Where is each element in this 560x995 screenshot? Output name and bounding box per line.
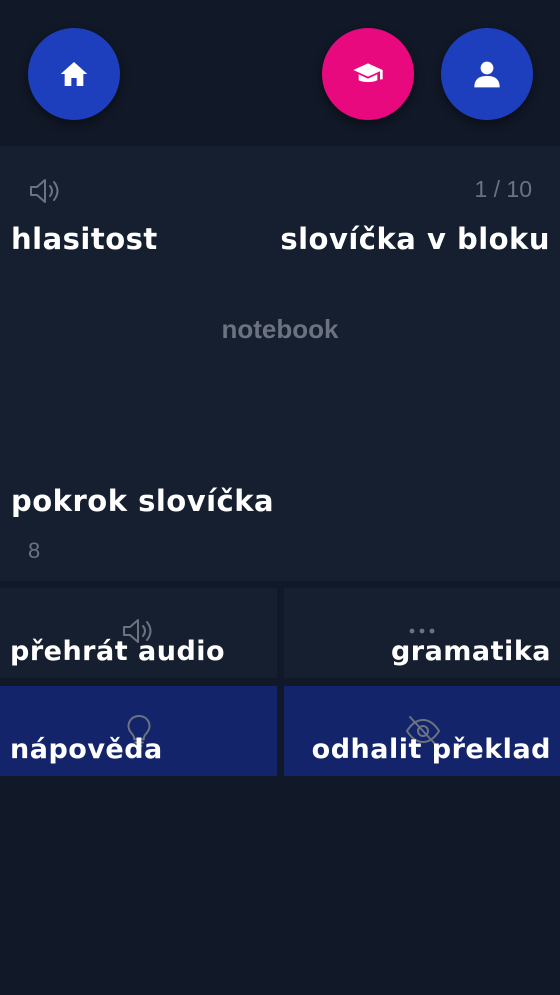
hint-label: nápověda [10, 734, 163, 765]
flashcard: 1 / 10 hlasitost slovíčka v bloku notebo… [0, 146, 560, 581]
home-button[interactable] [28, 28, 120, 120]
profile-button[interactable] [441, 28, 533, 120]
grammar-button[interactable]: gramatika [284, 588, 560, 678]
word-counter: 1 / 10 [474, 176, 532, 202]
learn-button[interactable] [322, 28, 414, 120]
play-audio-label: přehrát audio [10, 636, 226, 667]
graduation-cap-icon [353, 63, 383, 82]
reveal-translation-button[interactable]: odhalit překlad [284, 686, 560, 776]
words-in-block-label: slovíčka v bloku [280, 222, 550, 256]
home-icon [60, 62, 88, 86]
app-screen: 1 / 10 hlasitost slovíčka v bloku notebo… [0, 0, 560, 995]
word-progress-label: pokrok slovíčka [11, 484, 275, 518]
top-navigation [0, 0, 560, 146]
current-word: notebook [221, 314, 339, 344]
play-audio-button[interactable]: přehrát audio [0, 588, 277, 678]
volume-icon[interactable] [28, 176, 64, 206]
grammar-label: gramatika [390, 636, 551, 667]
hint-button[interactable]: nápověda [0, 686, 277, 776]
word-progress-value: 8 [28, 538, 41, 563]
volume-label: hlasitost [11, 222, 158, 256]
reveal-translation-label: odhalit překlad [311, 734, 551, 765]
user-icon [474, 61, 500, 88]
